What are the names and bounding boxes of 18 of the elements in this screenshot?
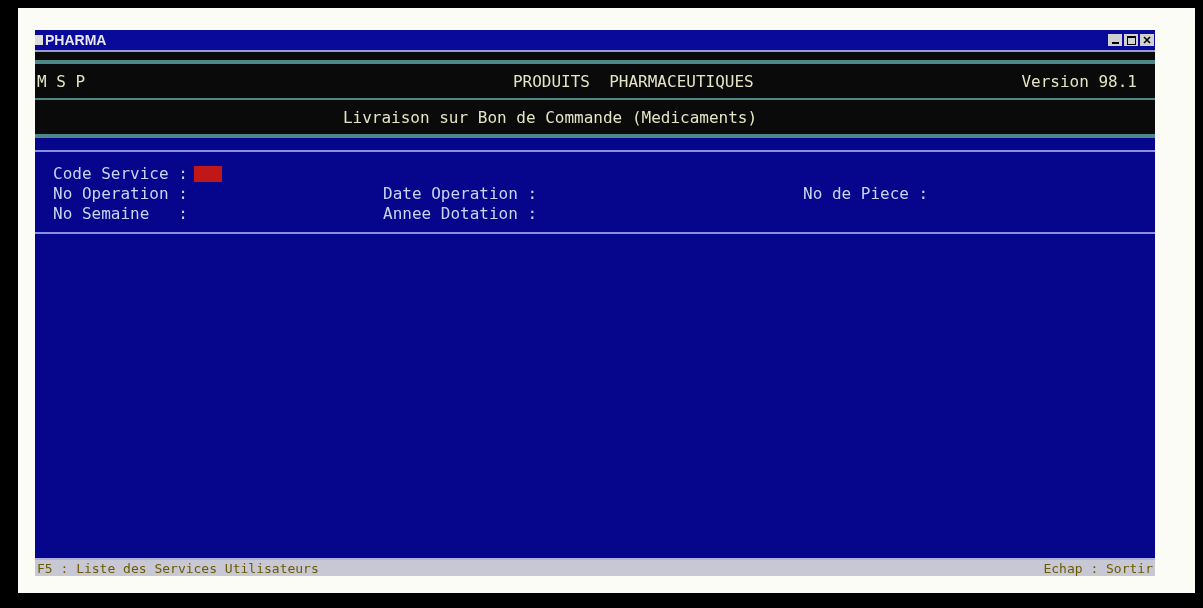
header-title: PRODUITS PHARMACEUTIQUES <box>512 71 754 91</box>
field-label: Date Operation : <box>383 184 538 204</box>
minimize-button[interactable] <box>1108 34 1122 46</box>
close-button[interactable] <box>1140 34 1154 46</box>
maximize-button[interactable] <box>1124 34 1138 46</box>
field-label: Code Service : <box>53 164 188 184</box>
field-label: No Operation : <box>53 184 188 204</box>
field-label: No Semaine : <box>53 204 188 224</box>
code-service-field[interactable] <box>193 166 222 182</box>
app-icon <box>35 35 43 45</box>
header-text: M S P <box>37 71 86 91</box>
version-text: Version 98.1 <box>1021 71 1137 91</box>
field-label: Annee Dotation : <box>383 204 538 224</box>
screen-subtitle: Livraison sur Bon de Commande (Medicaments) <box>342 107 758 127</box>
window-title: PHARMA <box>45 32 107 48</box>
field-label: No de Piece : <box>803 184 929 204</box>
status-hint: Echap : Sortir <box>1043 560 1153 576</box>
status-hint: F5 : Liste des Services Utilisateurs <box>37 560 319 576</box>
